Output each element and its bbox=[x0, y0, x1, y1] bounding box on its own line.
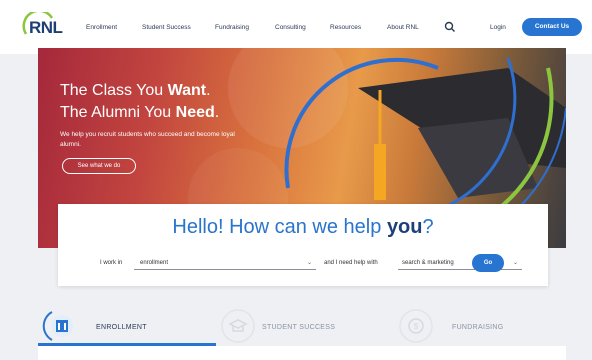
nav-consulting[interactable]: Consulting bbox=[275, 24, 306, 31]
tab-label-fundraising: FUNDRAISING bbox=[452, 324, 504, 331]
help-with-label: and I need help with bbox=[324, 260, 378, 266]
login-link[interactable]: Login bbox=[490, 24, 506, 31]
nav-resources[interactable]: Resources bbox=[330, 24, 361, 31]
hero-title-line2: The Alumni You Need. bbox=[60, 104, 220, 121]
hero-title-line1: The Class You Want. bbox=[60, 82, 211, 99]
see-what-we-do-button[interactable]: See what we do bbox=[62, 158, 136, 174]
chevron-down-icon: ⌄ bbox=[512, 260, 518, 266]
tab-student-success[interactable]: STUDENT SUCCESS bbox=[218, 306, 388, 346]
svg-text:$: $ bbox=[414, 322, 419, 331]
site-header: RNL Enrollment Student Success Fundraisi… bbox=[0, 0, 592, 54]
work-in-select[interactable]: enrollment ⌄ bbox=[134, 256, 316, 270]
go-button[interactable]: Go bbox=[472, 254, 504, 272]
tab-content-area bbox=[38, 346, 566, 360]
tab-label-student-success: STUDENT SUCCESS bbox=[262, 324, 336, 331]
tab-fundraising[interactable]: $ FUNDRAISING bbox=[396, 306, 566, 346]
work-in-value: enrollment bbox=[140, 260, 169, 266]
hero-subtitle: We help you recruit students who succeed… bbox=[60, 131, 235, 148]
search-icon[interactable] bbox=[444, 21, 456, 33]
help-title: Hello! How can we help you? bbox=[172, 216, 434, 238]
work-in-label: I work in bbox=[100, 260, 123, 266]
nav-student-success[interactable]: Student Success bbox=[142, 24, 191, 31]
nav-about-rnl[interactable]: About RNL bbox=[387, 24, 419, 31]
contact-us-button[interactable]: Contact Us bbox=[522, 18, 582, 36]
tab-enrollment[interactable]: ENROLLMENT bbox=[42, 306, 212, 346]
tab-label-enrollment: ENROLLMENT bbox=[96, 324, 147, 331]
rnl-logo[interactable]: RNL bbox=[22, 12, 64, 42]
chevron-down-icon: ⌄ bbox=[306, 260, 312, 266]
enrollment-icon bbox=[42, 311, 73, 341]
fundraising-icon: $ bbox=[399, 309, 433, 343]
help-with-value: search & marketing bbox=[402, 260, 454, 266]
student-success-icon bbox=[221, 309, 255, 343]
help-card: Hello! How can we help you? I work in en… bbox=[58, 204, 548, 286]
nav-fundraising[interactable]: Fundraising bbox=[215, 24, 249, 31]
nav-enrollment[interactable]: Enrollment bbox=[86, 24, 117, 31]
logo-text: RNL bbox=[29, 18, 63, 37]
